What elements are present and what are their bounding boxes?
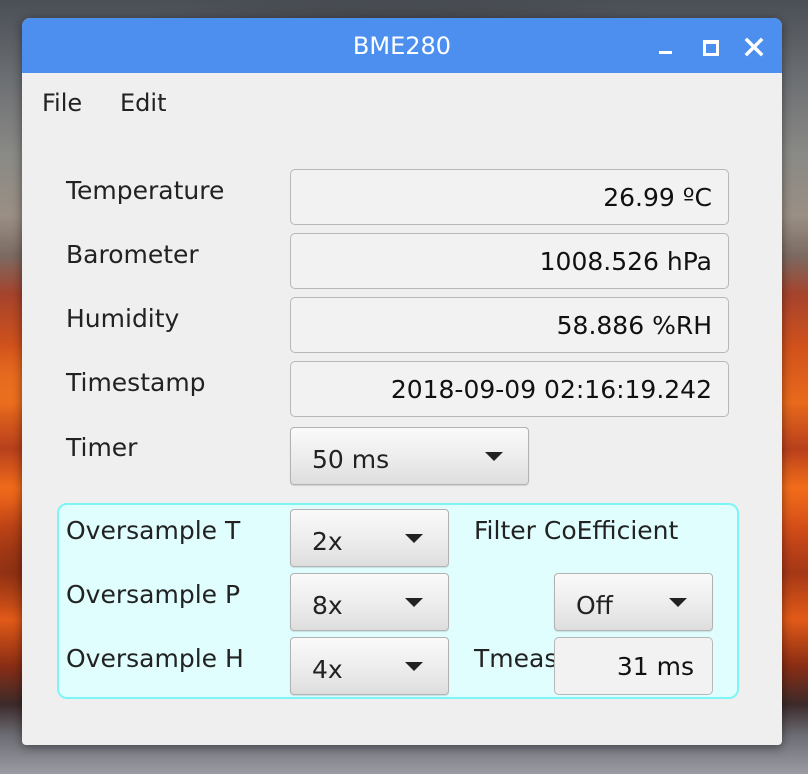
temperature-field[interactable]: 26.99 ºC bbox=[290, 169, 729, 225]
minimize-button[interactable] bbox=[655, 34, 679, 58]
humidity-field[interactable]: 58.886 %RH bbox=[290, 297, 729, 353]
chevron-down-icon bbox=[485, 452, 503, 461]
timestamp-field[interactable]: 2018-09-09 02:16:19.242 bbox=[290, 361, 729, 417]
close-button[interactable] bbox=[742, 34, 766, 58]
timer-value: 50 ms bbox=[312, 445, 390, 474]
maximize-icon bbox=[703, 40, 719, 56]
menu-bar: File Edit bbox=[22, 73, 782, 128]
oversample-h-value: 4x bbox=[312, 655, 343, 684]
minimize-icon bbox=[659, 51, 672, 54]
oversample-t-dropdown[interactable]: 2x bbox=[290, 509, 449, 567]
oversample-p-value: 8x bbox=[312, 591, 343, 620]
timestamp-label: Timestamp bbox=[66, 368, 206, 397]
app-window: BME280 File Edit Temperature 26.99 ºC Ba… bbox=[22, 18, 782, 745]
close-icon bbox=[744, 37, 764, 57]
oversample-h-dropdown[interactable]: 4x bbox=[290, 637, 449, 695]
tmeas-field[interactable]: 31 ms bbox=[554, 637, 713, 695]
maximize-button[interactable] bbox=[699, 34, 723, 58]
title-bar[interactable]: BME280 bbox=[22, 18, 782, 73]
oversample-h-label: Oversample H bbox=[66, 644, 244, 673]
temperature-label: Temperature bbox=[66, 176, 225, 205]
chevron-down-icon bbox=[669, 598, 687, 607]
chevron-down-icon bbox=[405, 534, 423, 543]
humidity-label: Humidity bbox=[66, 304, 180, 333]
menu-file[interactable]: File bbox=[42, 89, 82, 117]
filter-coefficient-dropdown[interactable]: Off bbox=[554, 573, 713, 631]
timer-dropdown[interactable]: 50 ms bbox=[290, 427, 529, 485]
oversample-p-dropdown[interactable]: 8x bbox=[290, 573, 449, 631]
chevron-down-icon bbox=[405, 662, 423, 671]
filter-coefficient-label: Filter CoEfficient bbox=[474, 516, 679, 545]
barometer-field[interactable]: 1008.526 hPa bbox=[290, 233, 729, 289]
filter-coefficient-value: Off bbox=[576, 591, 613, 620]
timer-label: Timer bbox=[66, 433, 138, 462]
menu-edit[interactable]: Edit bbox=[120, 89, 166, 117]
barometer-label: Barometer bbox=[66, 240, 199, 269]
oversample-t-value: 2x bbox=[312, 527, 343, 556]
chevron-down-icon bbox=[405, 598, 423, 607]
oversample-p-label: Oversample P bbox=[66, 580, 241, 609]
tmeas-label: Tmeas bbox=[474, 644, 558, 673]
oversample-t-label: Oversample T bbox=[66, 516, 241, 545]
